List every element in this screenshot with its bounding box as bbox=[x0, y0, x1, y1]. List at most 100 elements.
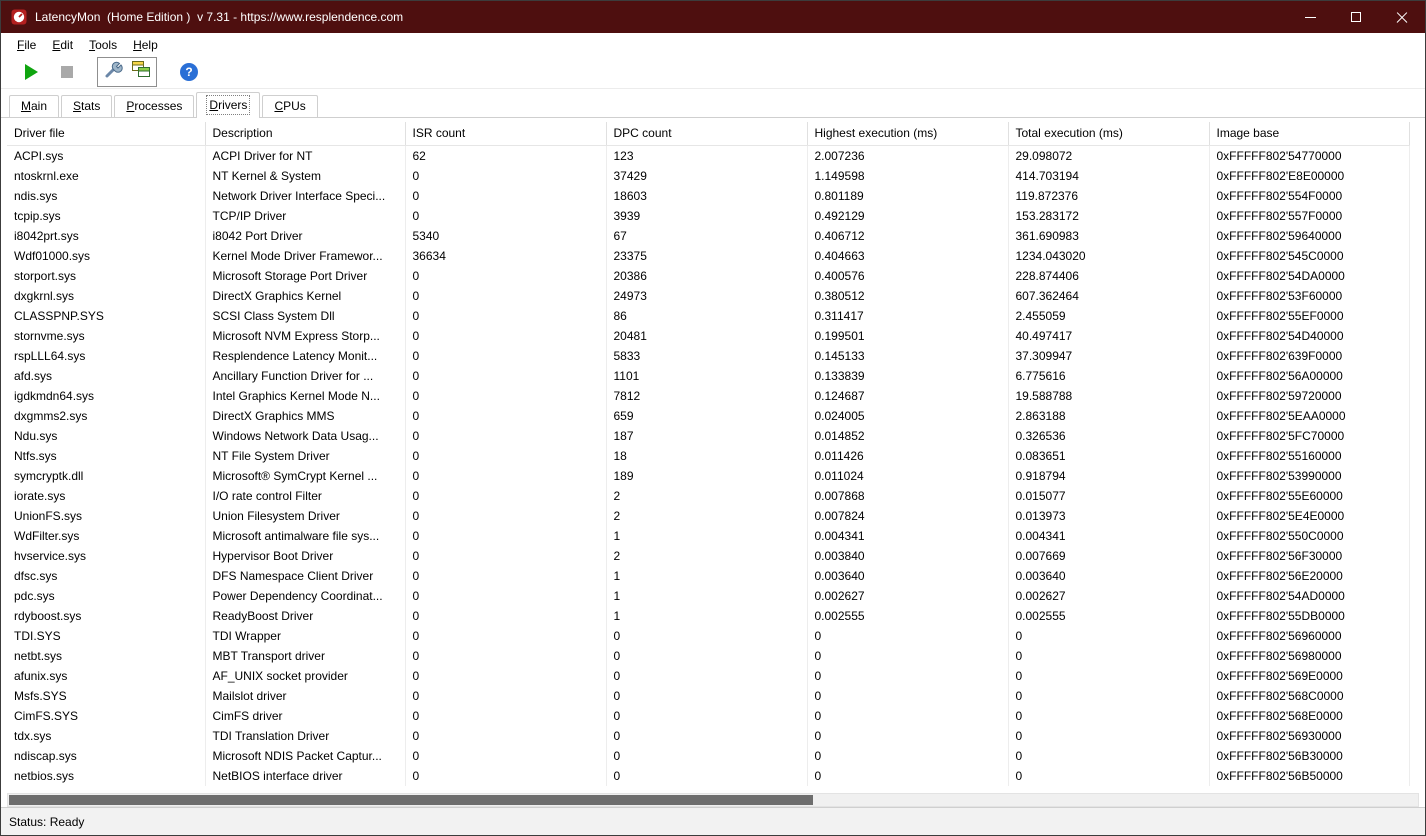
cell: ReadyBoost Driver bbox=[205, 606, 405, 626]
cell: dxgkrnl.sys bbox=[7, 286, 205, 306]
menu-item-edit[interactable]: Edit bbox=[44, 35, 81, 55]
column-header[interactable]: ISR count bbox=[405, 122, 606, 146]
cell: symcryptk.dll bbox=[7, 466, 205, 486]
table-row[interactable]: netbt.sysMBT Transport driver00000xFFFFF… bbox=[7, 646, 1409, 666]
cell: 0 bbox=[405, 186, 606, 206]
help-icon: ? bbox=[180, 63, 198, 81]
cell: 0xFFFFF802'557F0000 bbox=[1209, 206, 1409, 226]
table-row[interactable]: hvservice.sysHypervisor Boot Driver020.0… bbox=[7, 546, 1409, 566]
tab-cpus[interactable]: CPUs bbox=[262, 95, 317, 117]
cell: 0 bbox=[405, 686, 606, 706]
stop-monitor-button[interactable] bbox=[53, 59, 81, 85]
cell: 0 bbox=[606, 666, 807, 686]
cell: 0 bbox=[405, 586, 606, 606]
cell: 361.690983 bbox=[1008, 226, 1209, 246]
cell: 0xFFFFF802'55160000 bbox=[1209, 446, 1409, 466]
menu-item-help[interactable]: Help bbox=[125, 35, 166, 55]
column-header[interactable]: Total execution (ms) bbox=[1008, 122, 1209, 146]
table-row[interactable]: rdyboost.sysReadyBoost Driver010.0025550… bbox=[7, 606, 1409, 626]
column-header[interactable]: Driver file bbox=[7, 122, 205, 146]
cell: 189 bbox=[606, 466, 807, 486]
table-row[interactable]: Msfs.SYSMailslot driver00000xFFFFF802'56… bbox=[7, 686, 1409, 706]
tab-stats[interactable]: Stats bbox=[61, 95, 112, 117]
horizontal-scrollbar-thumb[interactable] bbox=[9, 795, 813, 805]
close-icon bbox=[1395, 10, 1409, 24]
cell: 0 bbox=[1008, 646, 1209, 666]
cell: 0 bbox=[405, 166, 606, 186]
cell: Kernel Mode Driver Framewor... bbox=[205, 246, 405, 266]
table-row[interactable]: storport.sysMicrosoft Storage Port Drive… bbox=[7, 266, 1409, 286]
column-header[interactable]: DPC count bbox=[606, 122, 807, 146]
column-header[interactable]: Image base bbox=[1209, 122, 1409, 146]
table-row[interactable]: ndiscap.sysMicrosoft NDIS Packet Captur.… bbox=[7, 746, 1409, 766]
table-row[interactable]: i8042prt.sysi8042 Port Driver5340670.406… bbox=[7, 226, 1409, 246]
menu-item-tools[interactable]: Tools bbox=[81, 35, 125, 55]
table-row[interactable]: ndis.sysNetwork Driver Interface Speci..… bbox=[7, 186, 1409, 206]
cell: 0xFFFFF802'56980000 bbox=[1209, 646, 1409, 666]
table-row[interactable]: tcpip.sysTCP/IP Driver039390.492129153.2… bbox=[7, 206, 1409, 226]
close-button[interactable] bbox=[1379, 1, 1425, 33]
help-button[interactable]: ? bbox=[175, 59, 203, 85]
cell: i8042 Port Driver bbox=[205, 226, 405, 246]
cell: 1.149598 bbox=[807, 166, 1008, 186]
table-row[interactable]: iorate.sysI/O rate control Filter020.007… bbox=[7, 486, 1409, 506]
table-row[interactable]: Wdf01000.sysKernel Mode Driver Framewor.… bbox=[7, 246, 1409, 266]
cell: tcpip.sys bbox=[7, 206, 205, 226]
cell: 0.311417 bbox=[807, 306, 1008, 326]
table-row[interactable]: TDI.SYSTDI Wrapper00000xFFFFF802'5696000… bbox=[7, 626, 1409, 646]
table-row[interactable]: WdFilter.sysMicrosoft antimalware file s… bbox=[7, 526, 1409, 546]
cell: 0 bbox=[807, 706, 1008, 726]
table-row[interactable]: netbios.sysNetBIOS interface driver00000… bbox=[7, 766, 1409, 786]
cell: 0.003840 bbox=[807, 546, 1008, 566]
table-row[interactable]: dfsc.sysDFS Namespace Client Driver010.0… bbox=[7, 566, 1409, 586]
maximize-button[interactable] bbox=[1333, 1, 1379, 33]
cell: 0xFFFFF802'56B30000 bbox=[1209, 746, 1409, 766]
cell: 0xFFFFF802'54770000 bbox=[1209, 146, 1409, 167]
table-row[interactable]: dxgkrnl.sysDirectX Graphics Kernel024973… bbox=[7, 286, 1409, 306]
table-row[interactable]: afunix.sysAF_UNIX socket provider00000xF… bbox=[7, 666, 1409, 686]
cell: Ancillary Function Driver for ... bbox=[205, 366, 405, 386]
tab-processes[interactable]: Processes bbox=[114, 95, 194, 117]
horizontal-scrollbar[interactable] bbox=[7, 793, 1419, 807]
table-row[interactable]: pdc.sysPower Dependency Coordinat...010.… bbox=[7, 586, 1409, 606]
table-row[interactable]: rspLLL64.sysResplendence Latency Monit..… bbox=[7, 346, 1409, 366]
cell: 0xFFFFF802'5EAA0000 bbox=[1209, 406, 1409, 426]
start-monitor-button[interactable] bbox=[17, 59, 45, 85]
cascade-windows-button[interactable] bbox=[127, 59, 155, 85]
cell: 0xFFFFF802'56930000 bbox=[1209, 726, 1409, 746]
table-row[interactable]: CimFS.SYSCimFS driver00000xFFFFF802'568E… bbox=[7, 706, 1409, 726]
cell: 2 bbox=[606, 506, 807, 526]
table-row[interactable]: symcryptk.dllMicrosoft® SymCrypt Kernel … bbox=[7, 466, 1409, 486]
column-header[interactable]: Highest execution (ms) bbox=[807, 122, 1008, 146]
menu-item-file[interactable]: File bbox=[9, 35, 44, 55]
toolbar-button-group bbox=[97, 57, 157, 87]
options-button[interactable] bbox=[99, 59, 127, 85]
tab-main[interactable]: Main bbox=[9, 95, 59, 117]
cell: 0xFFFFF802'59640000 bbox=[1209, 226, 1409, 246]
cell: 0 bbox=[405, 406, 606, 426]
cell: 1101 bbox=[606, 366, 807, 386]
table-row[interactable]: Ndu.sysWindows Network Data Usag...01870… bbox=[7, 426, 1409, 446]
cell: AF_UNIX socket provider bbox=[205, 666, 405, 686]
cell: 0.918794 bbox=[1008, 466, 1209, 486]
table-row[interactable]: ntoskrnl.exeNT Kernel & System0374291.14… bbox=[7, 166, 1409, 186]
help-glyph: ? bbox=[185, 66, 192, 78]
table-row[interactable]: afd.sysAncillary Function Driver for ...… bbox=[7, 366, 1409, 386]
cell: 0 bbox=[807, 666, 1008, 686]
table-row[interactable]: igdkmdn64.sysIntel Graphics Kernel Mode … bbox=[7, 386, 1409, 406]
table-row[interactable]: UnionFS.sysUnion Filesystem Driver020.00… bbox=[7, 506, 1409, 526]
cell: 0.004341 bbox=[807, 526, 1008, 546]
cell: SCSI Class System Dll bbox=[205, 306, 405, 326]
cell: 23375 bbox=[606, 246, 807, 266]
table-row[interactable]: Ntfs.sysNT File System Driver0180.011426… bbox=[7, 446, 1409, 466]
table-row[interactable]: dxgmms2.sysDirectX Graphics MMS06590.024… bbox=[7, 406, 1409, 426]
cell: 0xFFFFF802'E8E00000 bbox=[1209, 166, 1409, 186]
tab-drivers[interactable]: Drivers bbox=[196, 92, 260, 118]
table-row[interactable]: ACPI.sysACPI Driver for NT621232.0072362… bbox=[7, 146, 1409, 167]
table-row[interactable]: stornvme.sysMicrosoft NVM Express Storp.… bbox=[7, 326, 1409, 346]
table-row[interactable]: tdx.sysTDI Translation Driver00000xFFFFF… bbox=[7, 726, 1409, 746]
minimize-button[interactable] bbox=[1287, 1, 1333, 33]
table-row[interactable]: CLASSPNP.SYSSCSI Class System Dll0860.31… bbox=[7, 306, 1409, 326]
column-header[interactable]: Description bbox=[205, 122, 405, 146]
cell: TCP/IP Driver bbox=[205, 206, 405, 226]
